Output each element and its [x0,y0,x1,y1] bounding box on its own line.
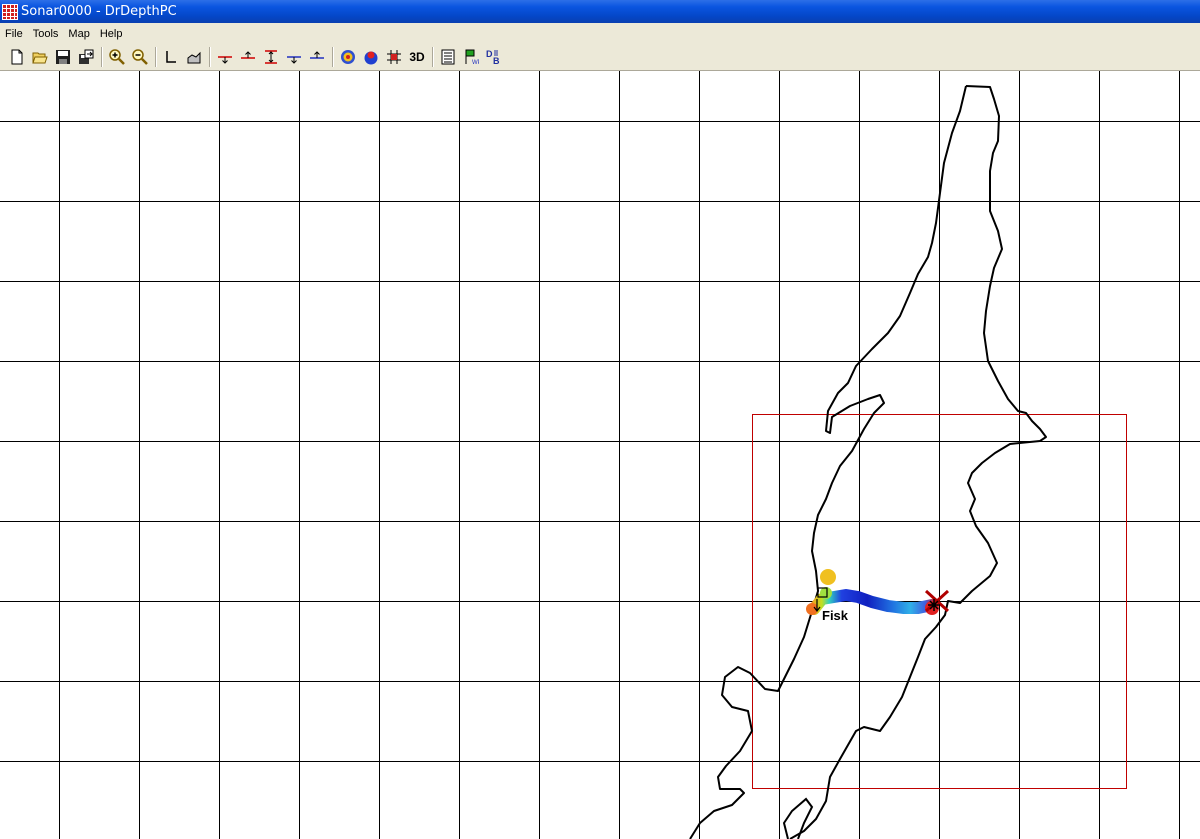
survey-track [808,589,938,615]
database-icon: DB [486,49,500,65]
waypoint-flag-button[interactable]: WP [460,46,482,68]
export-button[interactable] [75,46,97,68]
shallow-up-button[interactable] [306,46,328,68]
toolbar-separator [332,47,334,67]
toolbar-separator [209,47,211,67]
depth-down-button[interactable] [214,46,236,68]
three-d-label: 3D [409,50,425,64]
shallow-down-icon [287,56,301,64]
profile-button[interactable] [183,46,205,68]
menu-help[interactable]: Help [95,28,128,40]
map-grid [0,71,1200,839]
shallow-up-icon [310,51,324,59]
three-d-button[interactable]: 3D [406,46,428,68]
axis-icon [166,51,176,63]
depth-up-button[interactable] [237,46,259,68]
depth-down-icon [218,56,232,64]
grid-mark-icon [387,50,401,64]
save-button[interactable] [52,46,74,68]
map-canvas[interactable] [0,71,1200,839]
profile-icon [187,51,201,64]
toolbar: 3D WP DB [0,44,1200,71]
new-file-button[interactable] [6,46,28,68]
toolbar-separator [101,47,103,67]
waypoint-flag-icon: WP [465,49,479,65]
zoom-in-icon [109,49,125,65]
depth-up-icon [241,51,255,59]
menu-map[interactable]: Map [63,28,94,40]
waypoint-list-icon [441,49,455,65]
axis-button[interactable] [160,46,182,68]
zoom-in-button[interactable] [106,46,128,68]
map-view[interactable]: Fisk [0,71,1200,839]
depth-color-icon [364,51,378,65]
contour-map-button[interactable] [337,46,359,68]
depth-color-button[interactable] [360,46,382,68]
waypoint-list-button[interactable] [437,46,459,68]
grid-mark-button[interactable] [383,46,405,68]
depth-range-button[interactable] [260,46,282,68]
island-fragment [782,797,814,839]
waypoint-label: Fisk [822,608,849,623]
new-file-icon [11,49,23,65]
app-icon [2,3,18,20]
database-button[interactable]: DB [483,46,505,68]
title-bar: Sonar0000 - DrDepthPC [0,0,1200,23]
toolbar-separator [155,47,157,67]
toolbar-separator [432,47,434,67]
svg-text:D: D [486,49,493,59]
save-icon [56,50,70,64]
depth-range-icon [265,50,277,64]
menu-file[interactable]: File [0,28,28,40]
export-icon [79,49,94,64]
shallow-down-button[interactable] [283,46,305,68]
shoreline [789,85,1047,839]
svg-text:WP: WP [472,60,479,65]
open-folder-icon [32,52,48,64]
menu-bar: File Tools Map Help [0,23,1200,44]
svg-text:B: B [493,56,500,65]
zoom-out-icon [132,49,148,65]
open-button[interactable] [29,46,51,68]
menu-tools[interactable]: Tools [28,28,64,40]
shoreline-west [689,85,967,839]
depth-point-yellow [820,569,836,585]
window-title: Sonar0000 - DrDepthPC [21,4,177,19]
zoom-out-button[interactable] [129,46,151,68]
contour-map-icon [341,50,355,64]
